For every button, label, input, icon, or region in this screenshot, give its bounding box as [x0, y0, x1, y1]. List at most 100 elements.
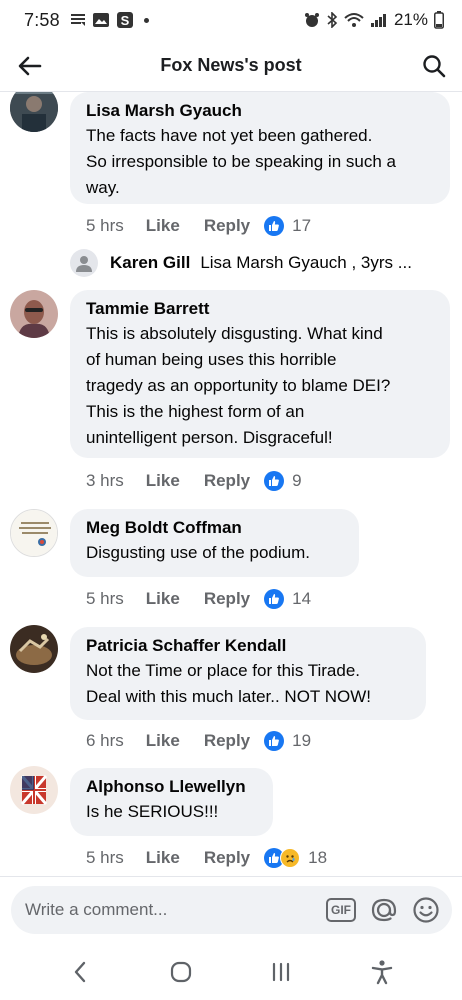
reply-author: Karen Gill: [110, 253, 191, 272]
system-nav-bar: [0, 944, 462, 1000]
comment-time: 3 hrs: [86, 471, 124, 490]
comment-meta: 3 hrs Like Reply 9: [86, 469, 302, 493]
svg-text:S: S: [121, 13, 130, 28]
battery-icon: [434, 11, 444, 29]
reaction-count[interactable]: 19: [292, 731, 311, 751]
signal-icon: [370, 12, 388, 28]
accessibility-icon: [371, 960, 392, 985]
thumbs-up-icon: [264, 589, 285, 609]
comment-bubble[interactable]: Alphonso Llewellyn Is he SERIOUS!!!: [70, 768, 273, 836]
comment-text-line: of human being uses this horrible: [86, 350, 337, 369]
s-app-icon: S: [116, 11, 134, 29]
reactions[interactable]: [264, 471, 285, 491]
search-button[interactable]: [418, 50, 450, 82]
chevron-left-icon: [75, 961, 86, 983]
comment-text-line: So irresponsible to be speaking in such …: [86, 152, 396, 171]
avatar[interactable]: [10, 290, 58, 338]
comment-text-line: The facts have not yet been gathered.: [86, 126, 373, 145]
bluetooth-icon: [326, 12, 338, 28]
thumbs-up-icon: [264, 731, 285, 751]
comment-text-line: unintelligent person. Disgraceful!: [86, 428, 333, 447]
reply-button[interactable]: Reply: [204, 589, 250, 609]
gif-button[interactable]: GIF: [326, 898, 356, 922]
comment-text-line: way.: [86, 178, 120, 197]
comment-bubble[interactable]: Patricia Schaffer Kendall Not the Time o…: [70, 627, 426, 720]
comment-input[interactable]: [25, 900, 326, 920]
comment-time: 5 hrs: [86, 589, 124, 608]
comment-time: 6 hrs: [86, 731, 124, 750]
mention-button[interactable]: [370, 896, 398, 924]
reaction-count[interactable]: 18: [308, 848, 327, 868]
smiley-icon: [413, 897, 439, 923]
comment-composer[interactable]: GIF: [11, 886, 452, 934]
comment-meta: 5 hrs Like Reply 17: [86, 214, 311, 238]
app-header: Fox News's post: [0, 40, 462, 92]
like-button[interactable]: Like: [146, 731, 180, 751]
nav-home-button[interactable]: [159, 950, 203, 994]
reactions[interactable]: [264, 848, 301, 868]
reply-button[interactable]: Reply: [204, 216, 250, 236]
reply-button[interactable]: Reply: [204, 848, 250, 868]
comment-author[interactable]: Patricia Schaffer Kendall: [86, 635, 410, 657]
wifi-icon: [344, 12, 364, 28]
comment-author[interactable]: Tammie Barrett: [86, 298, 434, 320]
comment-text-line: tragedy as an opportunity to blame DEI?: [86, 376, 391, 395]
avatar[interactable]: [10, 509, 58, 557]
recents-icon: [273, 962, 290, 982]
comment-text-line: Is he SERIOUS!!!: [86, 802, 219, 821]
at-sign-icon: [371, 898, 397, 922]
comment-meta: 5 hrs Like Reply 14: [86, 587, 311, 611]
reaction-count[interactable]: 17: [292, 216, 311, 236]
avatar[interactable]: [10, 92, 58, 132]
status-bar-left: 7:58 S: [24, 10, 149, 31]
reactions[interactable]: [264, 731, 285, 751]
home-icon: [170, 961, 191, 983]
like-button[interactable]: Like: [146, 216, 180, 236]
like-button[interactable]: Like: [146, 589, 180, 609]
status-time: 7:58: [24, 9, 60, 30]
comment-text-line: This is absolutely disgusting. What kind: [86, 324, 383, 343]
battery-percent: 21%: [393, 10, 428, 29]
nav-back-button[interactable]: [58, 950, 102, 994]
reaction-count[interactable]: 9: [292, 471, 301, 491]
thumbs-up-icon: [264, 471, 285, 491]
reply-snippet: Lisa Marsh Gyauch , 3yrs ...: [200, 253, 412, 272]
more-notifications-dot: [143, 17, 149, 23]
comment-bubble[interactable]: Tammie Barrett This is absolutely disgus…: [70, 290, 450, 458]
alarm-icon: [304, 12, 320, 28]
avatar[interactable]: [10, 766, 58, 814]
reaction-count[interactable]: 14: [292, 589, 311, 609]
reply-preview[interactable]: Karen Gill Lisa Marsh Gyauch , 3yrs ...: [70, 247, 450, 279]
accessibility-button[interactable]: [360, 950, 404, 994]
comment-time: 5 hrs: [86, 216, 124, 235]
reactions[interactable]: [264, 216, 285, 236]
comment-text-line: Disgusting use of the podium.: [86, 543, 310, 562]
comment-text-line: Not the Time or place for this Tirade.: [86, 661, 361, 680]
avatar[interactable]: [10, 625, 58, 673]
emoji-button[interactable]: [412, 896, 440, 924]
comment-text-line: This is the highest form of an: [86, 402, 305, 421]
sad-face-icon: [280, 848, 301, 868]
compose-area: GIF: [0, 876, 462, 940]
like-button[interactable]: Like: [146, 848, 180, 868]
gallery-icon: [92, 12, 110, 28]
comment-time: 5 hrs: [86, 848, 124, 867]
like-button[interactable]: Like: [146, 471, 180, 491]
comment-author[interactable]: Meg Boldt Coffman: [86, 517, 343, 539]
comment-meta: 6 hrs Like Reply 19: [86, 729, 311, 753]
reactions[interactable]: [264, 589, 285, 609]
search-icon: [423, 55, 446, 78]
comments-list[interactable]: Lisa Marsh Gyauch The facts have not yet…: [0, 92, 462, 874]
notification-icon: [70, 13, 86, 27]
comment-bubble[interactable]: Lisa Marsh Gyauch The facts have not yet…: [70, 92, 450, 204]
comment-author[interactable]: Lisa Marsh Gyauch: [86, 100, 434, 122]
nav-recents-button[interactable]: [259, 950, 303, 994]
comment-author[interactable]: Alphonso Llewellyn: [86, 776, 257, 798]
reply-button[interactable]: Reply: [204, 731, 250, 751]
composer-actions: GIF: [326, 896, 440, 924]
thumbs-up-icon: [264, 216, 285, 236]
reply-button[interactable]: Reply: [204, 471, 250, 491]
comment-meta: 5 hrs Like Reply 18: [86, 846, 327, 870]
status-bar: 7:58 S 21%: [0, 0, 462, 40]
comment-bubble[interactable]: Meg Boldt Coffman Disgusting use of the …: [70, 509, 359, 577]
